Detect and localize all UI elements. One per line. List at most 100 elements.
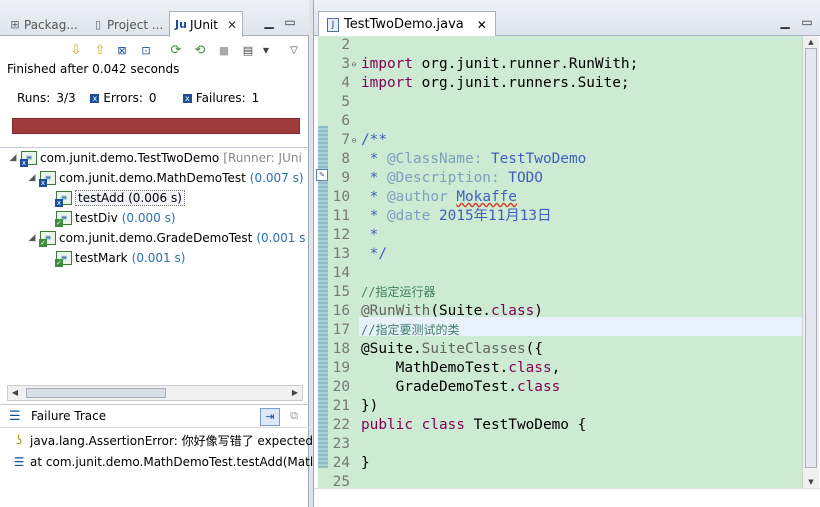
scroll-up-icon[interactable]: ▲ — [803, 36, 819, 48]
code-line[interactable]: 17 //指定要测试的类 — [314, 321, 804, 340]
scrollbar-thumb[interactable] — [805, 48, 817, 468]
code-line[interactable]: 11 * @date 2015年11月13日 — [314, 207, 804, 226]
view-menu-icon[interactable]: ▽ — [286, 43, 302, 59]
failed-test-icon: ≡ — [55, 191, 72, 207]
trace-line[interactable]: ☰ at com.junit.demo.MathDemoTest.testAdd… — [12, 453, 314, 471]
tab-project-explorer[interactable]: ▯ Project ... — [92, 14, 163, 36]
history-dropdown-icon[interactable]: ▼ — [258, 43, 274, 59]
failures-label: Failures: — [195, 91, 246, 105]
scroll-lock-icon[interactable]: ⊡ — [138, 43, 154, 59]
code-line[interactable]: 2 — [314, 36, 804, 55]
collapse-icon[interactable]: ◢ — [26, 173, 38, 183]
line-number: 6 — [341, 113, 350, 129]
next-failure-icon[interactable]: ⇩ — [68, 43, 84, 59]
code-line[interactable]: 7 ⊖/** — [314, 131, 804, 150]
test-history-icon[interactable]: ▤ — [240, 43, 256, 59]
code-text: @Suite.SuiteClasses({ — [361, 341, 543, 357]
trace-text: at com.junit.demo.MathDemoTest.testAdd(M… — [30, 455, 314, 469]
previous-failure-icon[interactable]: ⇧ — [92, 43, 108, 59]
code-line[interactable]: 6 — [314, 112, 804, 131]
line-number: 18 — [332, 341, 350, 357]
code-line[interactable]: 15 //指定运行器 — [314, 283, 804, 302]
elapsed-time: (0.001 s) — [131, 251, 186, 265]
tab-label: JUnit — [190, 17, 218, 32]
editor-vertical-scrollbar[interactable]: ▲ ▼ — [802, 36, 819, 488]
scroll-left-icon[interactable]: ◀ — [8, 386, 22, 400]
tree-node-class[interactable]: ◢ ≡ com.junit.demo.MathDemoTest (0.007 s… — [26, 168, 304, 188]
junit-view-pane: ⊞ Packag... ▯ Project ... Ju JUnit ✕ ▁ ▭… — [0, 0, 317, 507]
editor-body[interactable]: ✎ 2 3 ⊖ import org.junit.runner.RunWith; 4 im… — [314, 36, 820, 507]
tab-label: Packag... — [24, 18, 78, 32]
line-number: 2 — [341, 37, 350, 53]
code-line[interactable]: 22 public class TestTwoDemo { — [314, 416, 804, 435]
collapse-icon[interactable]: ◢ — [26, 233, 38, 243]
filter-stack-trace-icon[interactable]: ⇥ — [260, 408, 280, 426]
line-number: 7 — [341, 132, 350, 148]
code-text: */ — [361, 246, 387, 262]
maximize-icon[interactable]: ▭ — [283, 16, 297, 28]
code-line[interactable]: 18 @Suite.SuiteClasses({ — [314, 340, 804, 359]
tab-package-explorer[interactable]: ⊞ Packag... — [9, 14, 78, 36]
show-failures-only-icon[interactable]: ⊠ — [114, 43, 130, 59]
tab-testtwodemo-java[interactable]: J TestTwoDemo.java ✕ — [318, 11, 496, 37]
line-number: 23 — [332, 436, 350, 452]
line-number: 20 — [332, 379, 350, 395]
code-text: public class TestTwoDemo { — [361, 417, 587, 433]
code-line[interactable]: 8 * @ClassName: TestTwoDemo — [314, 150, 804, 169]
code-line[interactable]: 16 @RunWith(Suite.class) — [314, 302, 804, 321]
code-line[interactable]: 20 GradeDemoTest.class — [314, 378, 804, 397]
trace-line[interactable]: ʖ java.lang.AssertionError: 你好像写错了 expec… — [12, 431, 317, 449]
tree-node-suite[interactable]: ◢ ≡ com.junit.demo.TestTwoDemo [Runner: … — [7, 148, 302, 168]
line-number: 17 — [332, 322, 350, 338]
line-number: 13 — [332, 246, 350, 262]
line-number: 9 — [341, 170, 350, 186]
progress-bar — [12, 118, 300, 134]
tab-junit[interactable]: Ju JUnit ✕ — [169, 11, 244, 37]
fold-toggle-icon[interactable]: ⊖ — [349, 55, 359, 74]
scroll-down-icon[interactable]: ▼ — [803, 476, 819, 488]
compare-result-icon[interactable]: ⧉ — [284, 408, 304, 426]
scrollbar-thumb[interactable] — [26, 388, 166, 398]
close-icon[interactable]: ✕ — [477, 18, 487, 32]
code-line[interactable]: 24} — [314, 454, 804, 473]
code-line[interactable]: 3 ⊖ import org.junit.runner.RunWith; — [314, 55, 804, 74]
run-counters: Runs: 3/3 x Errors: 0 x Failures: 1 — [17, 91, 286, 105]
code-line[interactable]: 5 — [314, 93, 804, 112]
code-line[interactable]: 10 * @author Mokaffe — [314, 188, 804, 207]
code-text: * @Description: TODO — [361, 170, 543, 186]
code-line[interactable]: 19 MathDemoTest.class, — [314, 359, 804, 378]
code-text: MathDemoTest.class, — [361, 360, 561, 376]
code-line[interactable]: 21}) — [314, 397, 804, 416]
tree-horizontal-scrollbar[interactable]: ◀ ▶ — [7, 385, 303, 401]
runs-label: Runs: — [17, 91, 51, 105]
rerun-test-icon[interactable]: ⟳ — [168, 43, 184, 59]
code-line[interactable]: 13 */ — [314, 245, 804, 264]
test-name: testAdd — [78, 191, 125, 205]
rerun-failures-icon[interactable]: ⟲ — [192, 43, 208, 59]
stop-icon[interactable]: ■ — [216, 43, 232, 59]
tree-node-class[interactable]: ◢ ≡ com.junit.demo.GradeDemoTest (0.001 … — [26, 228, 305, 248]
code-line[interactable]: 14 — [314, 264, 804, 283]
tree-node-test[interactable]: ≡ testAdd (0.006 s) — [54, 188, 185, 208]
scroll-right-icon[interactable]: ▶ — [288, 386, 302, 400]
tree-node-test[interactable]: ≡ testMark (0.001 s) — [54, 248, 185, 268]
code-line[interactable]: 12 * — [314, 226, 804, 245]
code-line[interactable]: 9 * @Description: TODO — [314, 169, 804, 188]
elapsed-time: (0.006 s) — [128, 191, 182, 205]
editor-bottom-strip — [314, 488, 820, 507]
minimize-icon[interactable]: ▁ — [778, 16, 792, 28]
package-icon: ⊞ — [10, 18, 20, 31]
code-line[interactable]: 23 — [314, 435, 804, 454]
java-editor: J TestTwoDemo.java ✕ ▁ ▭ ✎ 2 3 ⊖ import org… — [313, 0, 820, 507]
fold-toggle-icon[interactable]: ⊖ — [349, 131, 359, 150]
passed-test-icon: ≡ — [55, 211, 72, 227]
code-text: import org.junit.runners.Suite; — [361, 75, 630, 91]
maximize-icon[interactable]: ▭ — [800, 16, 814, 28]
minimize-icon[interactable]: ▁ — [262, 16, 276, 28]
code-line[interactable]: 4 import org.junit.runners.Suite; — [314, 74, 804, 93]
tree-node-label: com.junit.demo.GradeDemoTest — [59, 231, 253, 245]
close-icon[interactable]: ✕ — [227, 18, 237, 32]
collapse-icon[interactable]: ◢ — [7, 153, 19, 163]
failure-trace-title: Failure Trace — [31, 409, 107, 423]
tree-node-test[interactable]: ≡ testDiv (0.000 s) — [54, 208, 176, 228]
